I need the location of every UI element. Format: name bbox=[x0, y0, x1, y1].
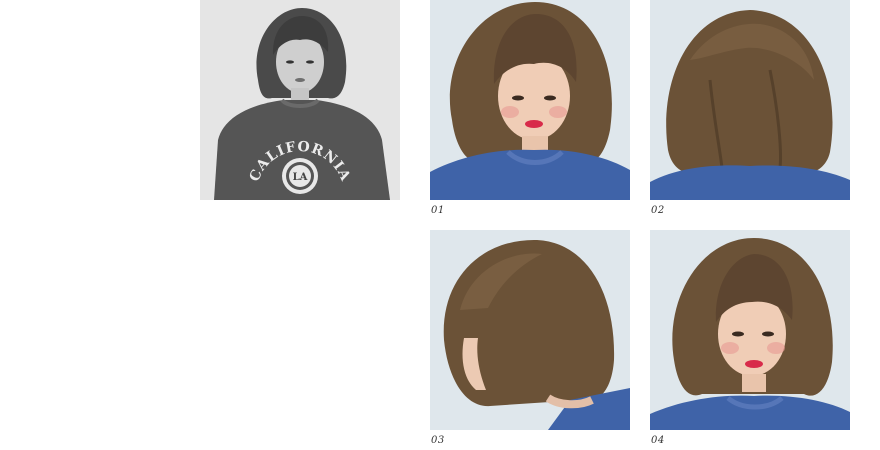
main-hairstyle-photo[interactable]: LA CALIFORNIA bbox=[200, 0, 400, 200]
photo-04-image bbox=[650, 230, 850, 430]
hairstyle-photo-front-angled[interactable] bbox=[650, 230, 850, 430]
photo-caption-04: 04 bbox=[651, 435, 665, 446]
main-photo-image: LA CALIFORNIA bbox=[200, 0, 400, 200]
photo-02-image bbox=[650, 0, 850, 200]
photo-01-image bbox=[430, 0, 630, 200]
photo-caption-03: 03 bbox=[431, 435, 445, 446]
photo-caption-02: 02 bbox=[651, 205, 665, 216]
hairstyle-photo-side[interactable] bbox=[430, 230, 630, 430]
photo-caption-01: 01 bbox=[431, 205, 445, 216]
photo-03-image bbox=[430, 230, 630, 430]
emblem-text: LA bbox=[293, 172, 308, 183]
hairstyle-photo-front[interactable] bbox=[430, 0, 630, 200]
hairstyle-photo-back[interactable] bbox=[650, 0, 850, 200]
